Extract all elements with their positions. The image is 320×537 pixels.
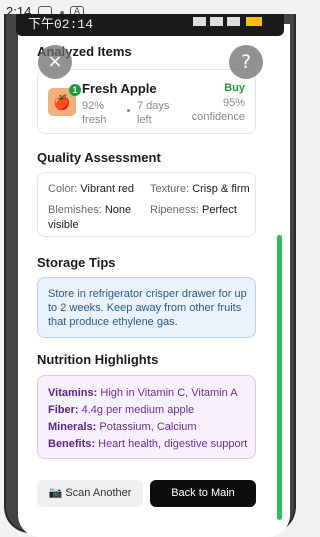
back-to-main-button[interactable]: Back to Main: [150, 480, 256, 507]
scan-another-button[interactable]: 📷 Scan Another: [37, 480, 143, 507]
nutrition-highlights-title: Nutrition Highlights: [37, 352, 159, 367]
quality-assessment-card: Color: Vibrant red Texture: Crisp & firm…: [37, 172, 256, 237]
item-count-badge: 1: [69, 84, 81, 96]
storage-tips-card: Store in refrigerator crisper drawer for…: [37, 277, 256, 338]
nutrition-benefits: Benefits: Heart health, digestive suppor…: [48, 438, 248, 450]
signal-icon: [193, 17, 206, 26]
wifi-icon: [210, 17, 223, 26]
close-button[interactable]: ×: [38, 45, 72, 79]
scan-another-label: Scan Another: [65, 487, 132, 499]
quality-ripeness: Ripeness: Perfect: [150, 204, 237, 216]
freshness-info: 92% fresh: [82, 100, 107, 126]
camera-icon: 📷: [48, 487, 63, 499]
scrollbar-thumb[interactable]: [277, 235, 282, 520]
item-name: Fresh Apple: [82, 81, 157, 96]
data-icon: [227, 17, 240, 26]
separator-dot: [127, 109, 130, 112]
inner-status-time: 下午02:14: [28, 17, 94, 32]
recommendation-label: Buy: [224, 82, 245, 94]
confidence-info: 95% confidence: [191, 97, 245, 123]
days-left-info: 7 days left: [137, 100, 170, 126]
quality-assessment-title: Quality Assessment: [37, 150, 161, 165]
nutrition-fiber: Fiber: 4.4g per medium apple: [48, 404, 195, 416]
nutrition-card: Vitamins: High in Vitamin C, Vitamin A F…: [37, 375, 256, 459]
analyzed-item-card[interactable]: 🍎 1 Fresh Apple 92% fresh 7 days left Bu…: [37, 69, 256, 134]
quality-color: Color: Vibrant red: [48, 183, 135, 195]
help-button[interactable]: ?: [229, 45, 263, 79]
storage-tips-title: Storage Tips: [37, 255, 116, 270]
quality-texture: Texture: Crisp & firm: [150, 183, 250, 195]
nutrition-vitamins: Vitamins: High in Vitamin C, Vitamin A: [48, 387, 238, 399]
storage-tips-text: Store in refrigerator crisper drawer for…: [48, 288, 247, 328]
quality-blemishes: Blemishes: None visible: [48, 204, 132, 231]
nutrition-minerals: Minerals: Potassium, Calcium: [48, 421, 197, 433]
battery-icon: [246, 17, 262, 26]
